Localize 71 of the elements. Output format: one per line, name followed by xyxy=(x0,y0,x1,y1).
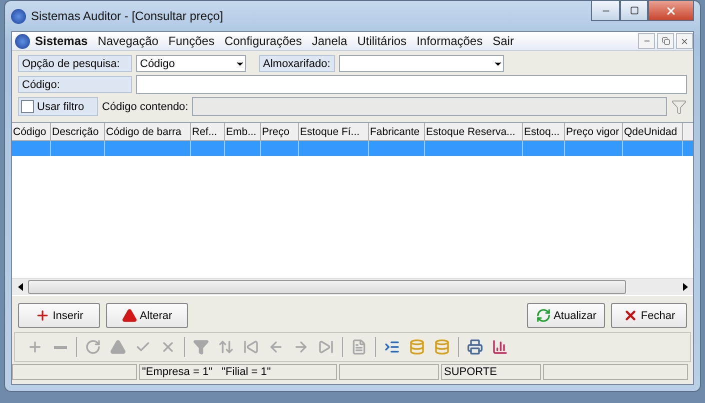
column-header[interactable]: Preço xyxy=(261,123,299,140)
right-arrow-icon xyxy=(293,339,309,355)
funnel-icon xyxy=(193,339,209,355)
close-icon xyxy=(622,308,638,323)
column-header[interactable]: Código de barra xyxy=(105,123,191,140)
close-button[interactable] xyxy=(648,1,694,21)
column-header[interactable]: Descrição xyxy=(51,123,105,140)
column-header[interactable]: Código xyxy=(12,123,51,140)
menu-item[interactable]: Sistemas xyxy=(30,34,93,48)
close-icon xyxy=(680,36,689,46)
plus-icon xyxy=(27,339,43,355)
field-label: Código contendo: xyxy=(102,100,188,112)
search-option-dropdown[interactable]: Código xyxy=(136,55,246,72)
close-button[interactable]: Fechar xyxy=(611,303,687,328)
database-icon xyxy=(409,339,425,355)
cross-icon xyxy=(160,339,176,355)
column-header[interactable]: Estoq... xyxy=(523,123,565,140)
field-label: Opção de pesquisa: xyxy=(18,55,132,72)
menu-item[interactable]: Navegação xyxy=(92,34,164,48)
column-header[interactable]: Emb... xyxy=(225,123,261,140)
column-header[interactable]: QdeUnidad xyxy=(623,123,683,140)
field-label: Código: xyxy=(18,76,132,93)
code-contains-field[interactable] xyxy=(192,97,667,116)
sort-icon xyxy=(218,339,234,355)
right-arrow-icon xyxy=(682,283,688,291)
restore-button[interactable] xyxy=(657,33,674,49)
menu-item[interactable]: Janela xyxy=(306,34,352,48)
column-header[interactable]: Preço vigor xyxy=(565,123,623,140)
triangle-icon xyxy=(110,339,126,355)
printer-icon xyxy=(467,339,483,355)
triangle-icon xyxy=(122,308,137,323)
horizontal-scrollbar[interactable] xyxy=(12,278,693,295)
use-filter-checkbox[interactable]: Usar filtro xyxy=(18,97,98,116)
minimize-button[interactable] xyxy=(591,1,620,21)
column-header[interactable]: Fabricante xyxy=(369,123,425,140)
last-icon xyxy=(318,339,334,355)
restore-icon xyxy=(662,37,670,45)
maximize-button[interactable] xyxy=(620,1,648,21)
list-icon xyxy=(384,339,400,355)
warehouse-dropdown[interactable] xyxy=(339,55,504,72)
status-panel: "Empresa = 1" "Filial = 1" xyxy=(139,364,337,380)
field-label: Almoxarifado: xyxy=(259,55,335,72)
window-title: Sistemas Auditor - [Consultar preço] xyxy=(31,9,224,23)
funnel-icon xyxy=(671,98,687,114)
edit-button[interactable]: Alterar xyxy=(106,303,188,328)
minus-icon xyxy=(54,346,66,348)
insert-button[interactable]: Inserir xyxy=(18,303,100,328)
chart-icon xyxy=(492,339,508,355)
left-arrow-icon xyxy=(18,283,22,291)
column-header[interactable]: Ref... xyxy=(191,123,225,140)
menu-item[interactable]: Informações xyxy=(412,34,488,48)
refresh-button[interactable]: Atualizar xyxy=(527,303,605,328)
menu-item[interactable]: Sair xyxy=(488,34,519,48)
app-logo-icon xyxy=(15,34,30,48)
database-icon xyxy=(434,339,450,355)
app-logo-icon xyxy=(11,8,26,24)
menu-item[interactable]: Funções xyxy=(163,34,220,48)
status-panel: SUPORTE xyxy=(441,364,541,380)
rotate-icon xyxy=(85,339,101,355)
close-icon xyxy=(665,4,677,16)
column-header[interactable]: Estoque Reserva... xyxy=(425,123,523,140)
menu-item[interactable]: Configurações xyxy=(219,34,307,48)
menu-item[interactable]: Utilitários xyxy=(352,34,412,48)
document-icon xyxy=(351,339,367,355)
table-row[interactable] xyxy=(12,141,693,156)
plus-icon xyxy=(34,308,50,323)
code-input-field[interactable] xyxy=(136,75,687,94)
first-icon xyxy=(243,339,259,355)
column-header[interactable]: Estoque Fí... xyxy=(299,123,369,140)
refresh-icon xyxy=(536,308,551,323)
maximize-icon xyxy=(630,6,638,15)
